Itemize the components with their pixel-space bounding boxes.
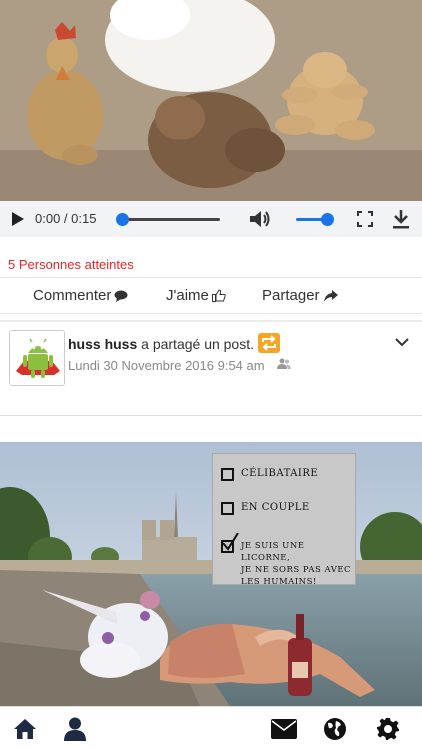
sign-line: LES HUMAINS!	[241, 577, 317, 587]
checked-checkbox-icon	[221, 533, 239, 553]
nav-profile[interactable]	[55, 707, 95, 750]
reach-count: 5 Personnes atteintes	[8, 257, 134, 272]
avatar[interactable]	[9, 330, 65, 386]
shared-post-icon	[258, 333, 280, 353]
seek-bar[interactable]	[122, 218, 220, 221]
globe-icon	[324, 718, 346, 740]
app-page: 0:00 / 0:15 5 Personnes atteintes Commen…	[0, 0, 422, 750]
envelope-icon	[271, 719, 297, 739]
volume-thumb[interactable]	[321, 213, 334, 226]
like-label: J'aime	[166, 287, 209, 304]
sign-option-label: EN COUPLE	[241, 502, 310, 513]
post-image[interactable]: CÉLIBATAIRE EN COUPLE JE SUIS UNE LICORN…	[0, 442, 422, 706]
nav-home[interactable]	[5, 707, 45, 750]
author-name[interactable]: huss huss	[68, 336, 137, 352]
sign-line: JE NE SORS PAS AVEC	[241, 565, 352, 575]
post-header: huss huss a partagé un post.	[68, 336, 254, 352]
fullscreen-icon[interactable]	[357, 211, 373, 227]
video-post-card: 0:00 / 0:15 5 Personnes atteintes Commen…	[0, 0, 422, 320]
thumbs-up-icon	[211, 289, 226, 302]
post-date: Lundi 30 Novembre 2016 9:54 am	[68, 358, 265, 373]
nav-settings[interactable]	[368, 707, 408, 750]
divider	[0, 415, 422, 416]
post-action-text: a partagé un post.	[141, 336, 255, 352]
video-still-image	[0, 0, 422, 201]
video-controls: 0:00 / 0:15	[0, 201, 422, 237]
share-label: Partager	[262, 287, 320, 304]
gear-icon	[377, 718, 399, 740]
nav-messages[interactable]	[264, 707, 304, 750]
sign-option-single: CÉLIBATAIRE	[221, 468, 318, 481]
like-button[interactable]: J'aime	[166, 287, 226, 304]
unicorn-photo	[0, 442, 422, 706]
sign-option-couple: EN COUPLE	[221, 502, 310, 515]
divider	[0, 313, 422, 314]
checkbox-icon	[221, 468, 234, 481]
user-icon	[64, 717, 86, 741]
sign-option-label: CÉLIBATAIRE	[241, 468, 319, 479]
video-time: 0:00 / 0:15	[35, 211, 97, 226]
divider	[0, 277, 422, 278]
checkbox-icon	[221, 502, 234, 515]
seek-thumb[interactable]	[116, 213, 129, 226]
download-icon[interactable]	[392, 209, 410, 229]
image-sign: CÉLIBATAIRE EN COUPLE JE SUIS UNE LICORN…	[212, 453, 356, 588]
share-arrow-icon	[323, 289, 338, 302]
comment-icon	[114, 290, 128, 302]
comment-button[interactable]: Commenter	[33, 287, 128, 304]
nav-world[interactable]	[315, 707, 355, 750]
friends-icon	[277, 358, 291, 369]
volume-icon[interactable]	[248, 208, 272, 230]
video-frame[interactable]	[0, 0, 422, 201]
shared-post-card: huss huss a partagé un post. Lundi 30 No…	[0, 322, 422, 706]
comment-label: Commenter	[33, 287, 112, 304]
chevron-down-icon[interactable]	[395, 338, 409, 347]
play-icon[interactable]	[12, 212, 24, 226]
home-icon	[14, 719, 36, 739]
share-button[interactable]: Partager	[262, 287, 338, 304]
sign-option-label: JE SUIS UNE LICORNE, JE NE SORS PAS AVEC…	[241, 540, 355, 588]
sign-option-unicorn: JE SUIS UNE LICORNE, JE NE SORS PAS AVEC…	[221, 533, 355, 588]
post-actions: Commenter J'aime Partager	[0, 279, 422, 313]
bottom-nav	[0, 706, 422, 750]
sign-line: JE SUIS UNE LICORNE,	[241, 541, 305, 563]
android-avatar-icon	[10, 331, 64, 385]
